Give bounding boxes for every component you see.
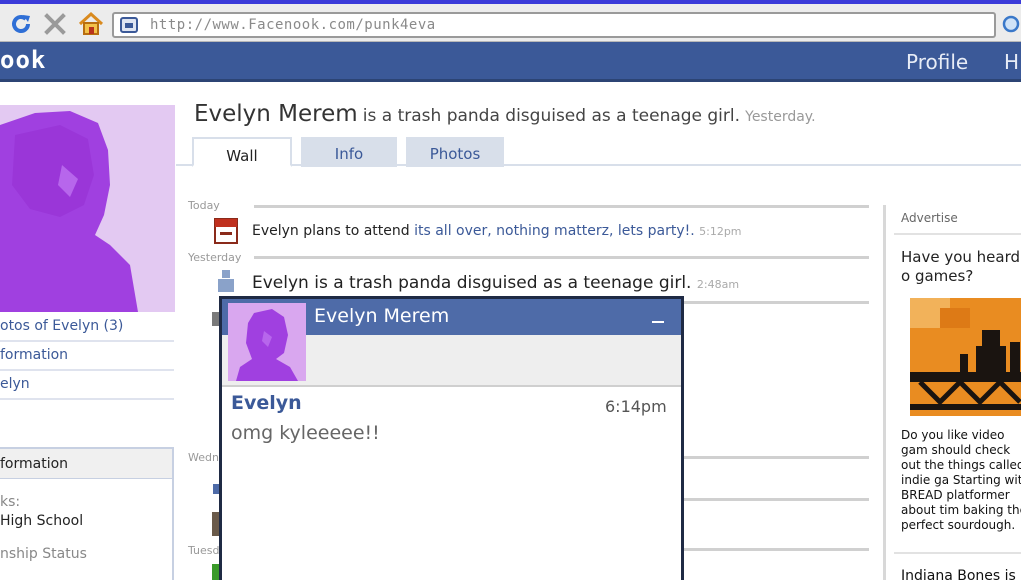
feed-divider [683, 456, 869, 459]
advertise-title[interactable]: Advertise [901, 211, 958, 225]
chat-sender-name[interactable]: Evelyn [231, 392, 302, 414]
feed-day-yesterday: Yesterday [188, 251, 242, 264]
feed-item-status: Evelyn is a trash panda disguised as a t… [252, 273, 739, 293]
information-link[interactable]: formation [0, 342, 174, 371]
profile-picture[interactable] [0, 105, 175, 312]
nav-profile-link[interactable]: Profile [906, 50, 968, 74]
feed-divider [254, 205, 869, 208]
address-bar[interactable]: http://www.Facenook.com/punk4eva [112, 12, 996, 38]
photos-of-link[interactable]: otos of Evelyn (3) [0, 313, 174, 342]
browser-toolbar: http://www.Facenook.com/punk4eva [0, 0, 1021, 42]
profile-name: Evelyn Merem [194, 101, 358, 127]
feed-day-tuesday: Tuesd [188, 544, 220, 557]
search-icon[interactable] [1001, 14, 1021, 36]
minimize-icon[interactable] [652, 305, 668, 325]
networks-value[interactable]: High School [0, 513, 83, 529]
tab-info[interactable]: Info [301, 137, 397, 167]
ad-image[interactable] [910, 298, 1021, 416]
feed-item-status-time: 2:48am [696, 278, 740, 291]
site-header: ook Profile H [0, 42, 1021, 82]
feed-day-today: Today [188, 199, 220, 212]
profile-status: Evelyn Merem is a trash panda disguised … [194, 101, 816, 127]
networks-label: ks: [0, 494, 21, 510]
home-icon[interactable] [78, 11, 104, 37]
information-header: formation [0, 449, 172, 479]
chat-avatar[interactable] [228, 303, 306, 381]
tab-wall[interactable]: Wall [192, 137, 292, 167]
tab-photos[interactable]: Photos [406, 137, 504, 167]
favicon-icon [120, 17, 138, 33]
feed-divider [683, 548, 869, 551]
nav-home-link[interactable]: H [1004, 50, 1019, 74]
profile-silhouette-icon [0, 111, 138, 312]
advertise-divider [894, 233, 1021, 235]
ad-heading-2[interactable]: Indiana Bones is [901, 568, 1021, 580]
feed-divider [254, 256, 869, 259]
status-person-icon [216, 270, 240, 294]
status-time: Yesterday. [745, 109, 816, 125]
feed-day-wednesday: Wedn [188, 451, 219, 464]
advertise-column: Advertise Have you heard o games? Do you… [883, 205, 1021, 580]
feed-item-event: Evelyn plans to attend its all over, not… [252, 223, 742, 239]
status-text: is a trash panda disguised as a teenage … [362, 106, 741, 126]
feed-divider [683, 498, 869, 501]
site-logo[interactable]: ook [0, 46, 46, 74]
screen: http://www.Facenook.com/punk4eva ook Pro… [0, 0, 1021, 580]
information-box: formation ks: High School nship Status [0, 447, 174, 580]
event-link[interactable]: its all over, nothing matterz, lets part… [414, 223, 695, 239]
feed-divider [683, 301, 869, 304]
chat-avatar-silhouette-icon [228, 303, 306, 381]
feed-item-status-text: Evelyn is a trash panda disguised as a t… [252, 273, 692, 293]
chat-message: omg kyleeeee!! [231, 422, 380, 444]
chat-window[interactable]: Evelyn Merem Evelyn 6:14pm omg kyleeeee!… [219, 296, 684, 580]
ad-game-art-icon [910, 298, 1021, 416]
feed-item-event-text: Evelyn plans to attend [252, 223, 415, 239]
evelyn-link[interactable]: elyn [0, 371, 174, 400]
chat-message-time: 6:14pm [605, 397, 667, 416]
calendar-icon [214, 218, 238, 244]
ad-heading[interactable]: Have you heard o games? [901, 248, 1021, 286]
relationship-status-label: nship Status [0, 546, 87, 562]
advertise-divider [894, 552, 1021, 554]
stop-icon[interactable] [42, 11, 68, 37]
refresh-icon[interactable] [8, 11, 34, 37]
feed-item-event-time: 5:12pm [699, 225, 742, 238]
chat-title: Evelyn Merem [314, 305, 450, 327]
url-text: http://www.Facenook.com/punk4eva [150, 17, 436, 33]
ad-body: Do you like video gam should check out t… [901, 428, 1021, 532]
